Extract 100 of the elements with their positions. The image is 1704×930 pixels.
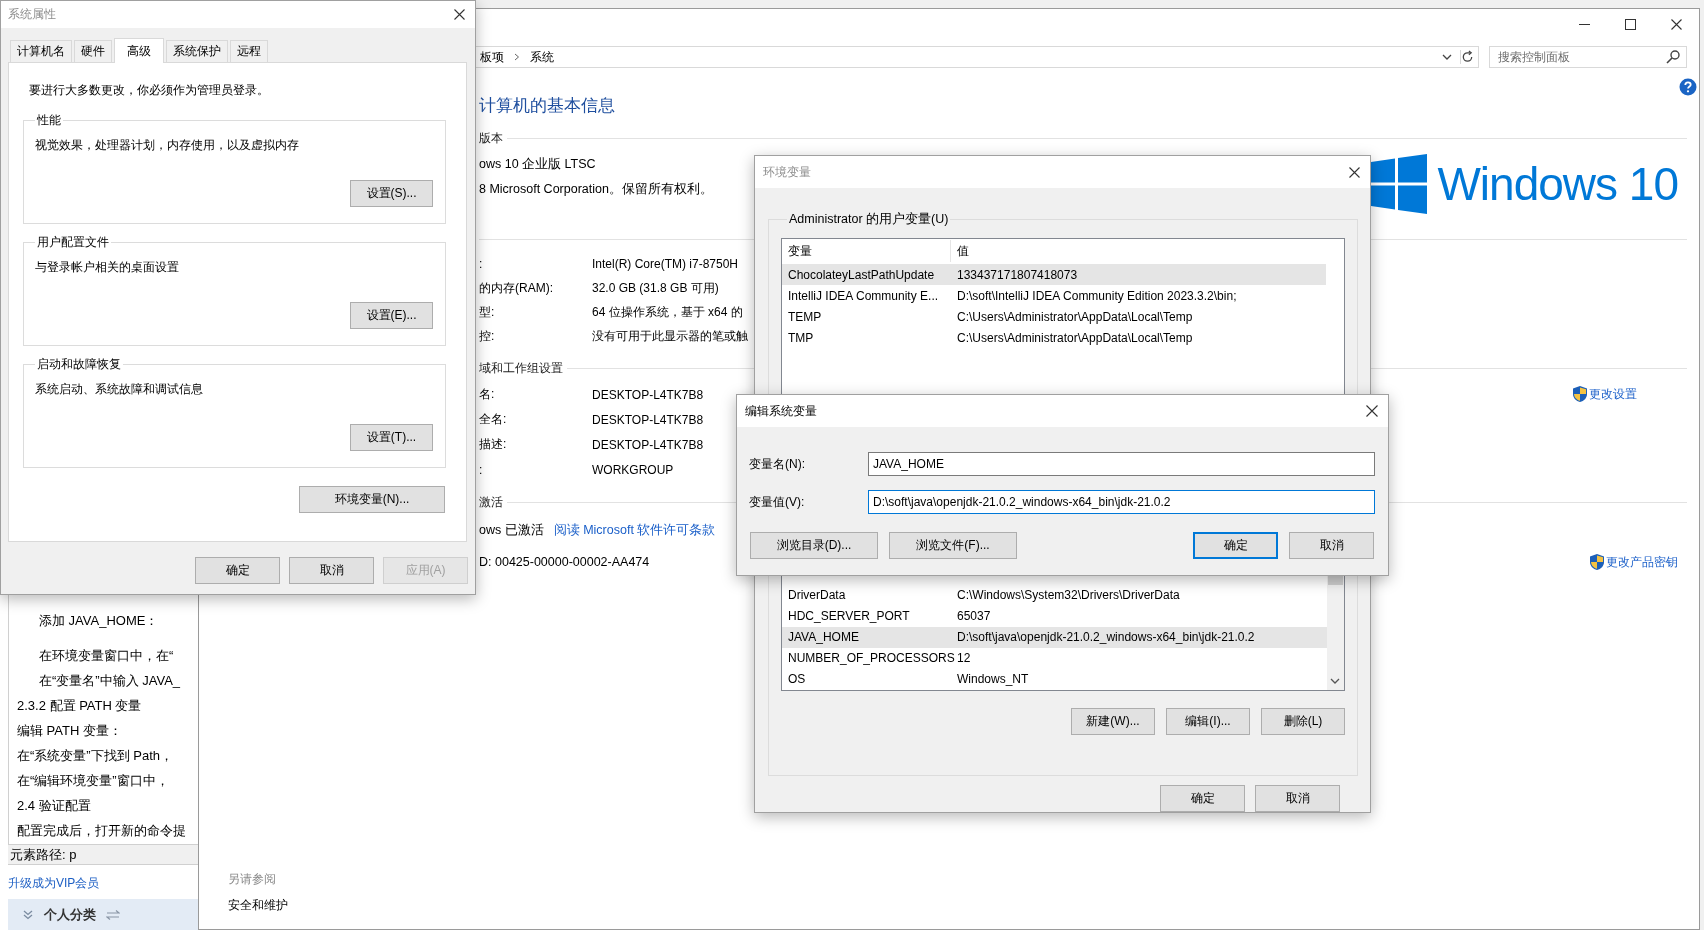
search-field[interactable]: 搜索控制面板 [1489,46,1687,68]
dialog-button[interactable]: 取消 [1289,532,1374,559]
tab[interactable]: 系统保护 [166,40,228,62]
double-chevron-down-icon[interactable] [22,909,34,920]
close-icon[interactable] [1670,18,1682,30]
text-line: 2.4 验证配置 [16,797,92,815]
field-value: Intel(R) Core(TM) i7-8750H [592,257,740,271]
field-label: 变量名(N): [749,455,806,473]
page-heading: 计算机的基本信息 [479,95,615,117]
shield-icon [1572,385,1588,403]
search-icon[interactable] [1666,50,1680,64]
tab[interactable]: 硬件 [74,40,112,62]
list-row[interactable]: TMP C:\Users\Administrator\AppData\Local\Temp [782,327,1326,348]
list-cell-text: JAVA_HOME [787,630,860,645]
chevron-down-icon[interactable] [1330,677,1340,685]
dialog-title: 编辑系统变量 [745,402,817,420]
shield-icon [1589,553,1605,571]
settings-button[interactable]: 设置(S)... [350,180,433,207]
column-header[interactable]: 变量 [782,239,951,262]
list-row[interactable]: JAVA_HOME D:\soft\java\openjdk-21.0.2_windows-x64_bin\jdk-21.0.2 [782,626,1327,648]
section-title: 激活 [479,493,503,511]
list-cell-text: ChocolateyLastPathUpdate [787,267,936,282]
edition-text: 8 Microsoft Corporation。保留所有权利。 [479,181,713,198]
group-description: 系统启动、系统故障和调试信息 [35,381,203,397]
list-row[interactable]: IntelliJ IDEA Community E... D:\soft\IntelliJ IDEA Community Edition 2023.3.2\bin; [782,285,1326,306]
close-icon[interactable] [1366,405,1378,417]
dialog-button[interactable]: 取消 [289,557,374,584]
change-settings-link[interactable]: 更改设置 [1572,385,1637,403]
list-row[interactable]: TEMP C:\Users\Administrator\AppData\Local\Temp [782,306,1326,327]
list-row[interactable]: OS Windows_NT [782,668,1327,690]
logo-wordmark: Windows 10 [1437,157,1678,212]
text-field[interactable]: D:\soft\java\openjdk-21.0.2_windows-x64_bin\jdk-21.0.2 [868,490,1375,514]
text-line: 在“变量名”中输入 JAVA_ [38,672,182,690]
text-line: 2.3.2 配置 PATH 变量 [16,697,143,715]
category-header[interactable]: 个人分类 [8,899,198,930]
dialog-title: 环境变量 [763,163,811,181]
four-pane-logo-icon [1371,154,1428,214]
close-icon[interactable] [1349,166,1360,178]
field-label: 名: [479,386,496,403]
edition-text: ows 10 企业版 LTSC [479,156,597,173]
text-line: 配置完成后，打开新的命令提 [16,822,187,840]
group-title: 用户配置文件 [36,234,110,250]
refresh-icon[interactable] [1460,50,1474,64]
text-field[interactable]: JAVA_HOME [868,452,1375,476]
dialog-button[interactable]: 取消 [1255,785,1340,812]
browse-button[interactable]: 浏览文件(F)... [889,532,1017,559]
category-title: 个人分类 [44,905,96,924]
product-id-text: D: 00425-00000-00002-AA474 [479,554,650,571]
list-cell-text: D:\soft\java\openjdk-21.0.2_windows-x64_bin\jdk-21.0.2 [956,630,1256,645]
field-value: 没有可用于此显示器的笔或触 [592,327,748,345]
tab[interactable]: 远程 [230,40,268,62]
tab[interactable]: 高级 [114,38,164,63]
notice-text: 要进行大多数更改，你必须作为管理员登录。 [28,82,270,98]
maximize-icon[interactable] [1624,18,1636,30]
field-label: 控: [479,327,496,345]
group-title: Administrator 的用户变量(U) [788,211,950,228]
field-label: 的内存(RAM): [479,279,554,297]
text-line: 在“编辑环境变量”窗口中， [16,772,170,790]
chevron-right-icon [514,53,520,61]
section-title: 域和工作组设置 [479,359,563,377]
related-link[interactable]: 安全和维护 [228,895,288,915]
field-label: : [479,462,484,477]
dialog-button[interactable]: 确定 [1193,532,1278,559]
list-action-button[interactable]: 删除(L) [1261,707,1345,735]
environment-variables-button[interactable]: 环境变量(N)... [299,486,445,513]
field-label: 全名: [479,411,508,428]
column-header[interactable]: 值 [951,239,1326,262]
section-title: 版本 [479,129,503,147]
list-row[interactable]: NUMBER_OF_PROCESSORS 12 [782,647,1327,669]
breadcrumb-item[interactable]: 板项 [480,48,504,66]
list-cell-text: IntelliJ IDEA Community E... [787,288,940,303]
list-row[interactable]: DriverData C:\Windows\System32\Drivers\DriverData [782,584,1327,606]
tab[interactable]: 计算机名 [10,40,72,62]
settings-button[interactable]: 设置(T)... [350,424,433,451]
license-terms-link[interactable]: 阅读 Microsoft 软件许可条款 [553,518,716,542]
breadcrumb-item[interactable]: 系统 [530,48,554,66]
dialog-button[interactable]: 确定 [1160,785,1245,812]
dialog-title: 系统属性 [8,6,56,23]
activation-status: ows 已激活 [479,522,544,539]
list-row[interactable]: HDC_SERVER_PORT 65037 [782,605,1327,627]
list-cell-text: TEMP [787,309,823,324]
field-label: : [479,257,484,271]
list-action-button[interactable]: 新建(W)... [1071,707,1155,735]
list-row[interactable]: ChocolateyLastPathUpdate 133437171807418073 [782,264,1326,285]
section-title: 另请参阅 [228,871,277,888]
change-product-key-link[interactable]: 更改产品密钥 [1589,550,1678,574]
field-value: 64 位操作系统，基于 x64 的 [592,303,744,321]
group-description: 视觉效果，处理器计划，内存使用，以及虚拟内存 [35,137,299,153]
field-label: 型: [479,303,496,321]
field-value: 32.0 GB (31.8 GB 可用) [592,279,720,297]
help-icon[interactable] [1679,78,1697,96]
text-line: 添加 JAVA_HOME： [38,612,160,630]
chevron-down-icon[interactable] [1442,53,1452,61]
browse-button[interactable]: 浏览目录(D)... [750,532,878,559]
list-cell-text: C:\Users\Administrator\AppData\Local\Temp [956,309,1194,324]
vip-upgrade-link[interactable]: 升级成为VIP会员 [8,874,100,892]
list-action-button[interactable]: 编辑(I)... [1166,707,1250,735]
settings-button[interactable]: 设置(E)... [350,302,433,329]
close-icon[interactable] [454,9,465,20]
dialog-button[interactable]: 确定 [195,557,280,584]
